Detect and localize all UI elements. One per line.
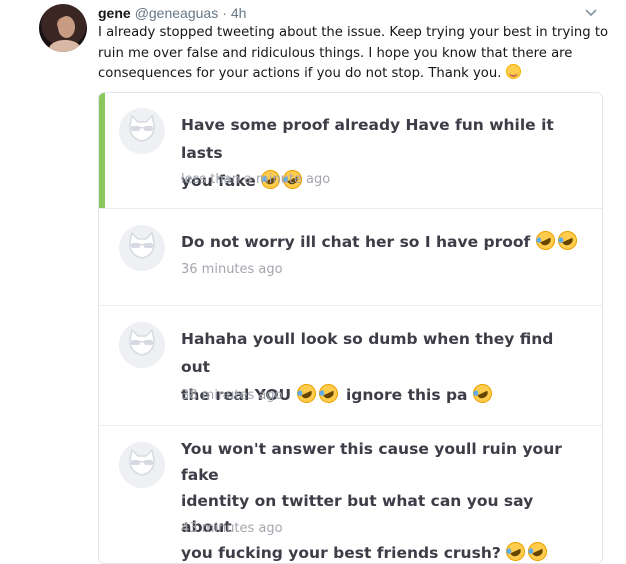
attached-image-card[interactable]: Have some proof already Have fun while i… (98, 92, 603, 564)
avatar-face (58, 16, 75, 38)
message-time: 43 minutes ago (181, 521, 283, 536)
message-item: Hahaha youll look so dumb when they find… (99, 305, 602, 426)
author-name[interactable]: gene (98, 5, 131, 21)
header-separator: · (222, 5, 227, 21)
message-item: You won't answer this cause youll ruin y… (99, 425, 602, 563)
message-line: you fucking your best friends crush? (181, 544, 501, 562)
message-item: Have some proof already Have fun while i… (99, 93, 602, 209)
anonymous-cat-with-sunglasses-icon (119, 108, 165, 154)
message-line: You won't answer this cause youll ruin y… (181, 440, 562, 484)
chevron-down-icon[interactable] (583, 6, 599, 20)
smiling-face-icon (505, 64, 521, 79)
avatar-shoulder (49, 40, 81, 52)
author-handle[interactable]: @geneaguas (135, 5, 219, 21)
author-avatar[interactable] (39, 4, 87, 52)
anonymous-cat-with-sunglasses-icon (119, 442, 165, 488)
tweet-timestamp[interactable]: 4h (231, 5, 247, 21)
anonymous-cat-with-sunglasses-icon (119, 322, 165, 368)
rolling-on-floor-laughing-icon (293, 380, 319, 407)
rolling-on-floor-laughing-icon (469, 380, 496, 407)
message-time: 38 minutes ago (181, 388, 283, 403)
rolling-on-floor-laughing-icon (315, 380, 341, 407)
message-line: ignore this pa (345, 386, 468, 404)
message-time: 36 minutes ago (181, 262, 283, 277)
message-time: less than a minute ago (181, 172, 331, 187)
message-line: Hahaha youll look so dumb when they find… (181, 330, 554, 376)
anonymous-cat-with-sunglasses-icon (119, 225, 165, 271)
rolling-on-floor-laughing-icon (554, 227, 580, 254)
tweet-header: gene @geneaguas · 4h (98, 4, 246, 22)
message-text: Do not worry ill chat her so I have proo… (181, 227, 586, 256)
rolling-on-floor-laughing-icon (525, 538, 551, 563)
message-text: You won't answer this cause youll ruin y… (181, 436, 586, 563)
rolling-on-floor-laughing-icon (532, 227, 558, 254)
message-line: Have some proof already Have fun while i… (181, 116, 554, 162)
tweet-text: I already stopped tweeting about the iss… (98, 23, 613, 85)
tweet-body: I already stopped tweeting about the iss… (98, 25, 609, 81)
rolling-on-floor-laughing-icon (503, 538, 529, 563)
message-line: Do not worry ill chat her so I have proo… (181, 233, 531, 251)
message-item: Do not worry ill chat her so I have proo… (99, 208, 602, 306)
